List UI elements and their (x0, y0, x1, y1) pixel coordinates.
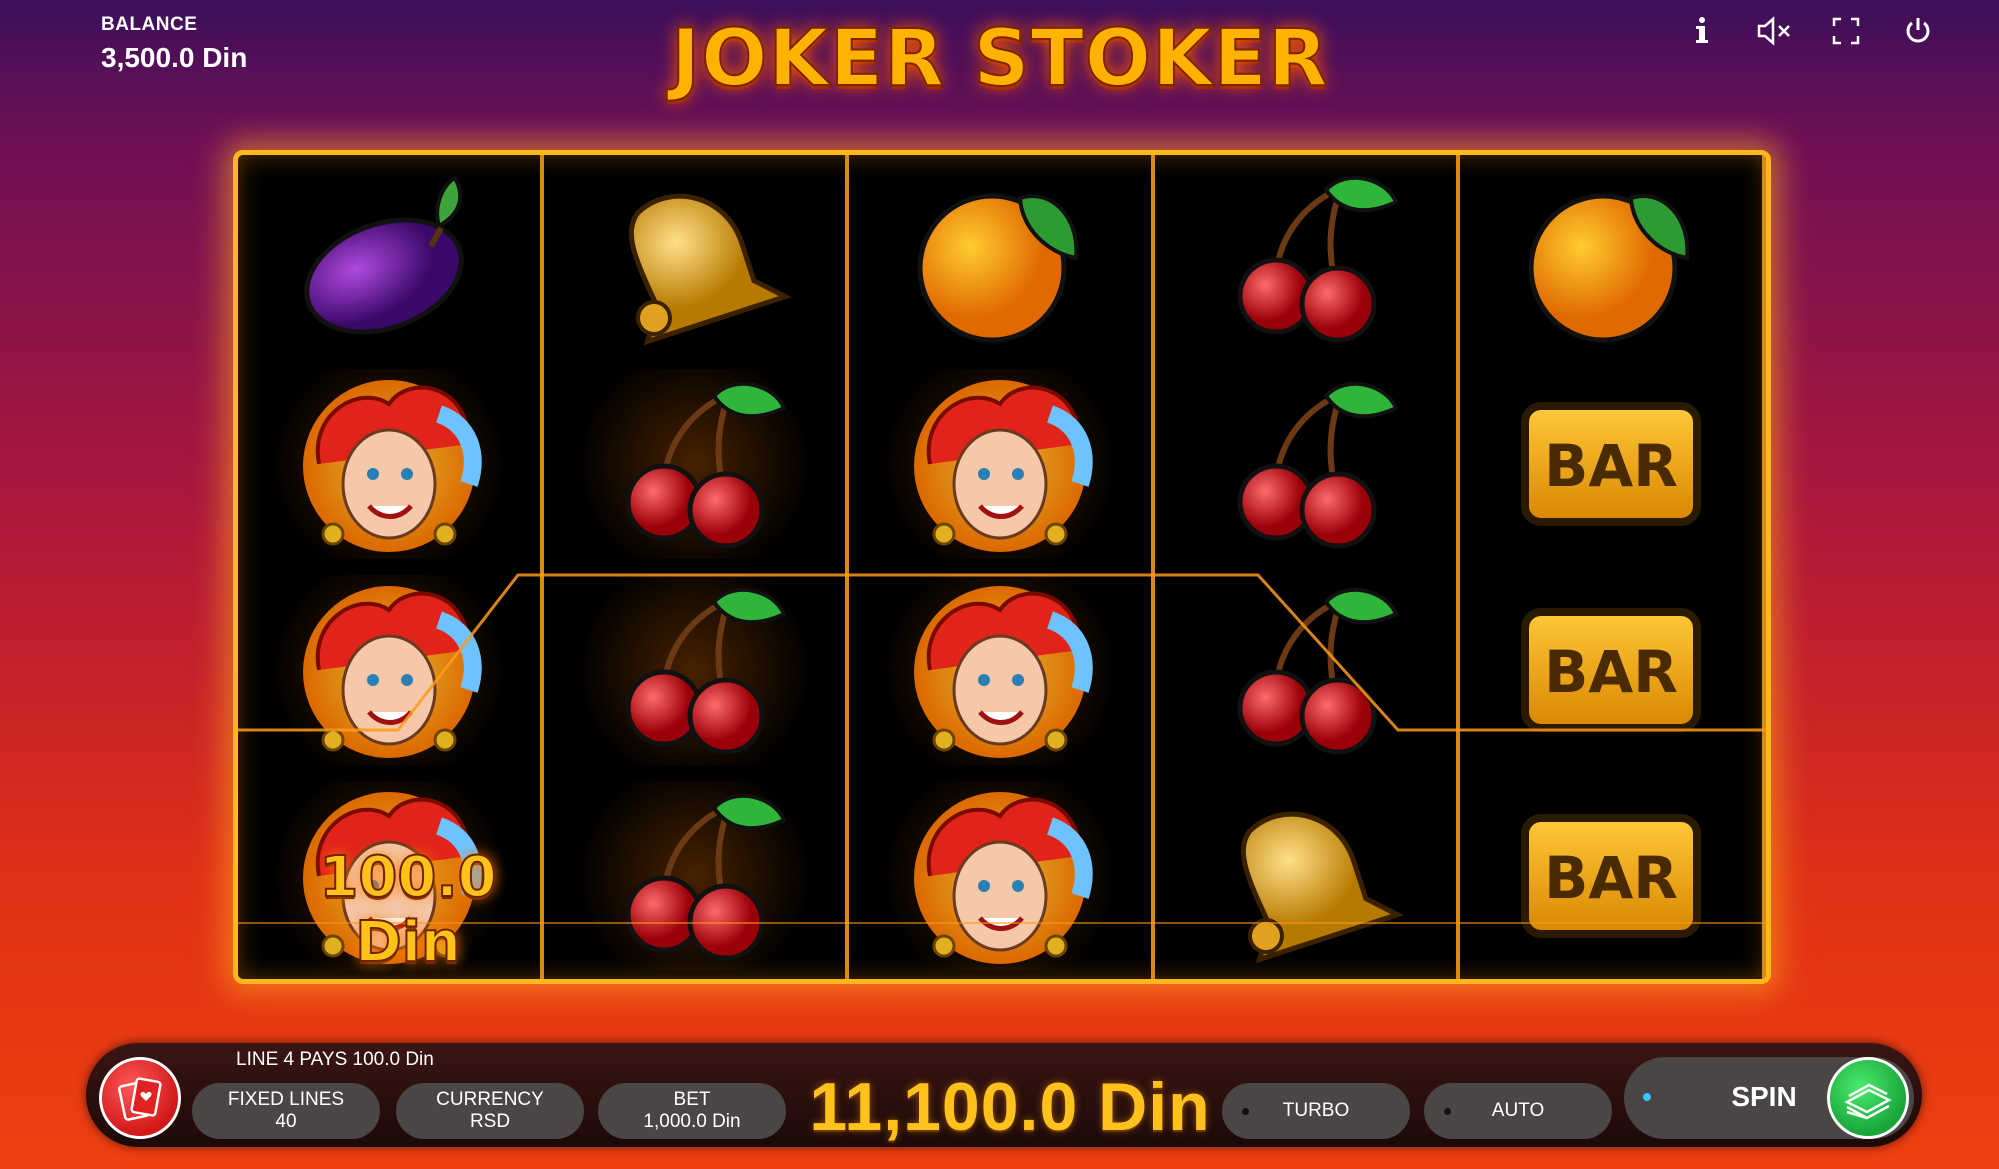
auto-indicator (1444, 1108, 1451, 1115)
win-amount-overlay: 100.0 Din (318, 844, 497, 976)
auto-toggle[interactable]: AUTO (1424, 1083, 1612, 1139)
cherry-symbol (1155, 567, 1457, 773)
currency-label: CURRENCY (436, 1089, 544, 1110)
turbo-toggle[interactable]: TURBO (1222, 1083, 1410, 1139)
fixed-lines-label: FIXED LINES (227, 1089, 345, 1110)
bell-symbol (1155, 773, 1457, 979)
reel-4 (1155, 155, 1461, 979)
auto-label: AUTO (1491, 1100, 1545, 1121)
power-icon[interactable] (1895, 8, 1941, 54)
currency-value: RSD (469, 1111, 511, 1132)
cards-icon (118, 1077, 162, 1121)
reels-board[interactable]: BAR BAR BAR 100.0 Din (233, 150, 1771, 984)
reel-5: BAR BAR BAR (1460, 155, 1766, 979)
cherry-symbol (1155, 155, 1457, 361)
info-icon[interactable] (1679, 8, 1725, 54)
fixed-lines-display: FIXED LINES 40 (192, 1083, 380, 1139)
game-title: JOKER STOKER (670, 13, 1329, 105)
balance-value: 3,500.0 Din (101, 42, 248, 73)
sound-muted-icon[interactable] (1751, 8, 1797, 54)
bar-text: BAR (1544, 844, 1678, 912)
total-win-display: 11,100.0 Din (809, 1069, 1211, 1145)
bet-selector[interactable]: BET 1,000.0 Din (598, 1083, 786, 1139)
spin-label[interactable]: SPIN (1704, 1081, 1824, 1113)
cherry-symbol (544, 361, 846, 567)
bar-symbol: BAR (1460, 361, 1762, 567)
rules-button[interactable] (99, 1057, 181, 1139)
bar-symbol: BAR (1460, 567, 1762, 773)
spin-button[interactable] (1827, 1057, 1909, 1139)
joker-symbol (238, 361, 540, 567)
bell-symbol (544, 155, 846, 361)
top-toolbar (1679, 8, 1941, 54)
turbo-label: TURBO (1282, 1100, 1350, 1121)
balance-panel: BALANCE 3,500.0 Din (101, 14, 247, 74)
currency-display: CURRENCY RSD (396, 1083, 584, 1139)
fixed-lines-value: 40 (275, 1111, 297, 1132)
joker-symbol (238, 567, 540, 773)
cherry-symbol (544, 567, 846, 773)
orange-symbol (849, 155, 1151, 361)
fullscreen-icon[interactable] (1823, 8, 1869, 54)
plum-symbol (238, 155, 540, 361)
joker-symbol (849, 361, 1151, 567)
joker-symbol (849, 567, 1151, 773)
spin-indicator (1643, 1093, 1651, 1101)
line-pays-status: LINE 4 PAYS 100.0 Din (236, 1049, 434, 1070)
reel-3 (849, 155, 1155, 979)
turbo-indicator (1242, 1108, 1249, 1115)
bar-symbol: BAR (1460, 773, 1762, 979)
bar-text: BAR (1544, 638, 1678, 706)
bar-text: BAR (1544, 432, 1678, 500)
cherry-symbol (544, 773, 846, 979)
orange-symbol (1460, 155, 1762, 361)
game-logo: JOKER STOKER (560, 13, 1440, 105)
bet-label: BET (673, 1089, 711, 1110)
bet-value: 1,000.0 Din (643, 1111, 741, 1132)
balance-label: BALANCE (101, 14, 198, 35)
joker-symbol (849, 773, 1151, 979)
reel-2 (544, 155, 850, 979)
money-stack-icon (1844, 1083, 1892, 1120)
cherry-symbol (1155, 361, 1457, 567)
